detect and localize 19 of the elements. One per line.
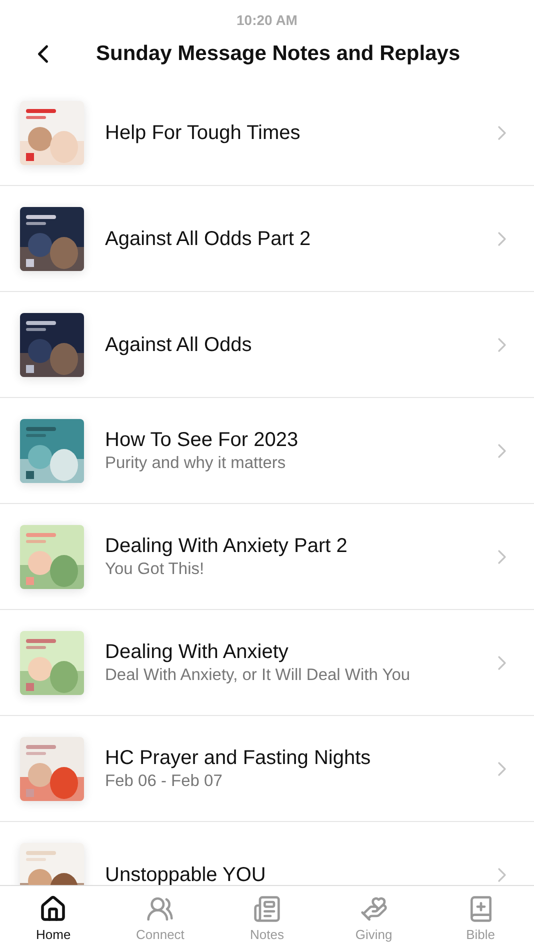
message-title[interactable]: Help For Tough Times [105, 122, 469, 144]
tab-item[interactable]: Home [0, 886, 107, 950]
message-subtitle: Feb 06 - Feb 07 [105, 772, 224, 790]
message-subtitle: You Got This! [105, 560, 206, 578]
newspaper-icon [252, 894, 281, 922]
message-title[interactable]: Unstoppable YOU [105, 864, 469, 885]
people-icon [146, 894, 174, 922]
message-title[interactable]: Dealing With Anxiety Part 2 [105, 534, 469, 556]
message-title[interactable]: HC Prayer and Fasting Nights [105, 746, 469, 768]
home-icon [39, 894, 68, 922]
message-title[interactable]: Against All Odds [105, 334, 469, 356]
message-subtitle: Deal With Anxiety, or It Will Deal With You [105, 666, 412, 684]
message-title[interactable]: Against All Odds Part 2 [105, 228, 469, 250]
message-subtitle: Purity and why it matters [105, 454, 287, 472]
message-title[interactable]: Dealing With Anxiety [105, 640, 469, 662]
hand-heart-icon [360, 894, 388, 922]
status-time: 10:20 AM [236, 12, 298, 28]
page-title: Sunday Message Notes and Replays [96, 42, 460, 66]
message-title[interactable]: How To See For 2023 [105, 428, 469, 450]
